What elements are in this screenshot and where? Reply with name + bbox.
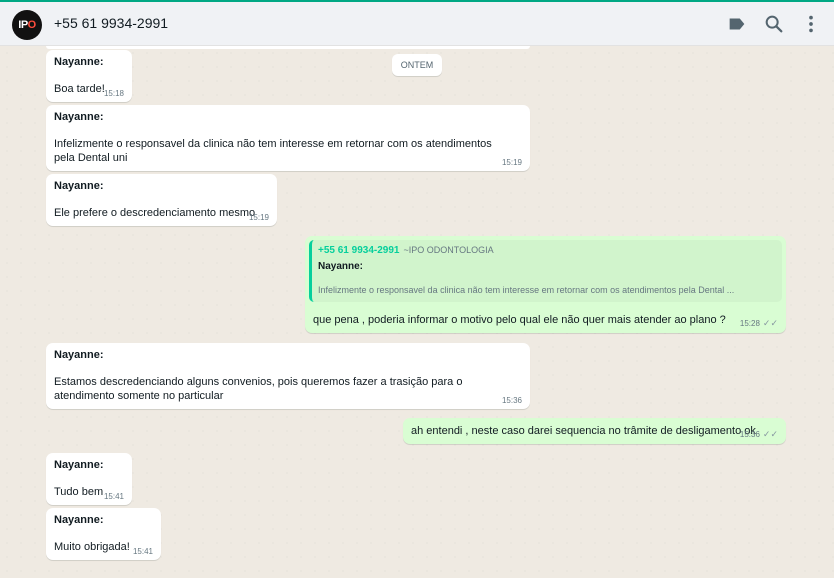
message-author: Nayanne: xyxy=(54,111,104,123)
double-check-icon: ✓✓ xyxy=(762,429,778,439)
incoming-message[interactable]: Nayanne: Boa tarde! 15:18 xyxy=(46,50,132,102)
message-text: Tudo bem xyxy=(54,486,104,498)
chat-panel[interactable]: ONTEM Nayanne: Boa tarde! 15:18 Nayanne:… xyxy=(0,46,834,578)
message-author: Nayanne: xyxy=(54,514,104,526)
outgoing-message[interactable]: +55 61 9934-2991 ~IPO ODONTOLOGIA Nayanne… xyxy=(305,236,786,333)
incoming-message[interactable]: Nayanne: Ele prefere o descredenciamento… xyxy=(46,174,277,226)
message-text: Muito obrigada! xyxy=(54,541,130,553)
message-time: 15:36 xyxy=(501,396,522,405)
avatar[interactable]: IP O xyxy=(12,10,42,40)
message-text: Infelizmente o responsavel da clinica nã… xyxy=(54,138,492,164)
double-check-icon: ✓✓ xyxy=(762,318,778,328)
previous-message-edge xyxy=(46,46,530,49)
message-text: Estamos descredenciando alguns convenios… xyxy=(54,376,463,402)
quote-text: Infelizmente o responsavel da clinica nã… xyxy=(318,285,735,295)
message-time: 15:19 xyxy=(248,213,269,222)
message-time: 15:36 ✓✓ xyxy=(740,429,778,440)
incoming-message[interactable]: Nayanne: Estamos descredenciando alguns … xyxy=(46,343,530,409)
quote-author: Nayanne: xyxy=(318,261,364,272)
message-text: ah entendi , neste caso darei sequencia … xyxy=(411,425,756,437)
label-icon[interactable] xyxy=(726,13,748,35)
message-author: Nayanne: xyxy=(54,180,104,192)
message-time: 15:18 xyxy=(103,89,124,98)
chat-header: IP O +55 61 9934-2991 xyxy=(0,2,834,46)
message-time-value: 15:36 xyxy=(739,430,760,439)
date-badge: ONTEM xyxy=(392,54,442,76)
message-author: Nayanne: xyxy=(54,459,104,471)
message-author: Nayanne: xyxy=(54,56,104,68)
contact-name[interactable]: +55 61 9934-2991 xyxy=(54,15,168,31)
incoming-message[interactable]: Nayanne: Muito obrigada! 15:41 xyxy=(46,508,161,560)
outgoing-message[interactable]: ah entendi , neste caso darei sequencia … xyxy=(403,418,786,444)
quoted-message[interactable]: +55 61 9934-2991 ~IPO ODONTOLOGIA Nayanne… xyxy=(309,240,782,302)
message-time: 15:41 xyxy=(103,492,124,501)
menu-icon[interactable] xyxy=(800,13,822,35)
avatar-text-accent: O xyxy=(27,19,37,31)
incoming-message[interactable]: Nayanne: Infelizmente o responsavel da c… xyxy=(46,105,530,171)
quote-sender: +55 61 9934-2991 xyxy=(318,245,400,256)
incoming-message[interactable]: Nayanne: Tudo bem 15:41 xyxy=(46,453,132,505)
message-text: Ele prefere o descredenciamento mesmo xyxy=(54,207,256,219)
message-time: 15:28 ✓✓ xyxy=(740,318,778,329)
message-text: que pena , poderia informar o motivo pel… xyxy=(313,314,726,326)
message-time: 15:19 xyxy=(501,158,522,167)
quote-sender-alias: ~IPO ODONTOLOGIA xyxy=(403,245,494,255)
search-icon[interactable] xyxy=(763,13,785,35)
message-text: Boa tarde! xyxy=(54,83,105,95)
message-author: Nayanne: xyxy=(54,349,104,361)
message-time: 15:41 xyxy=(132,547,153,556)
avatar-text: IP xyxy=(18,19,28,31)
message-time-value: 15:28 xyxy=(739,319,760,328)
